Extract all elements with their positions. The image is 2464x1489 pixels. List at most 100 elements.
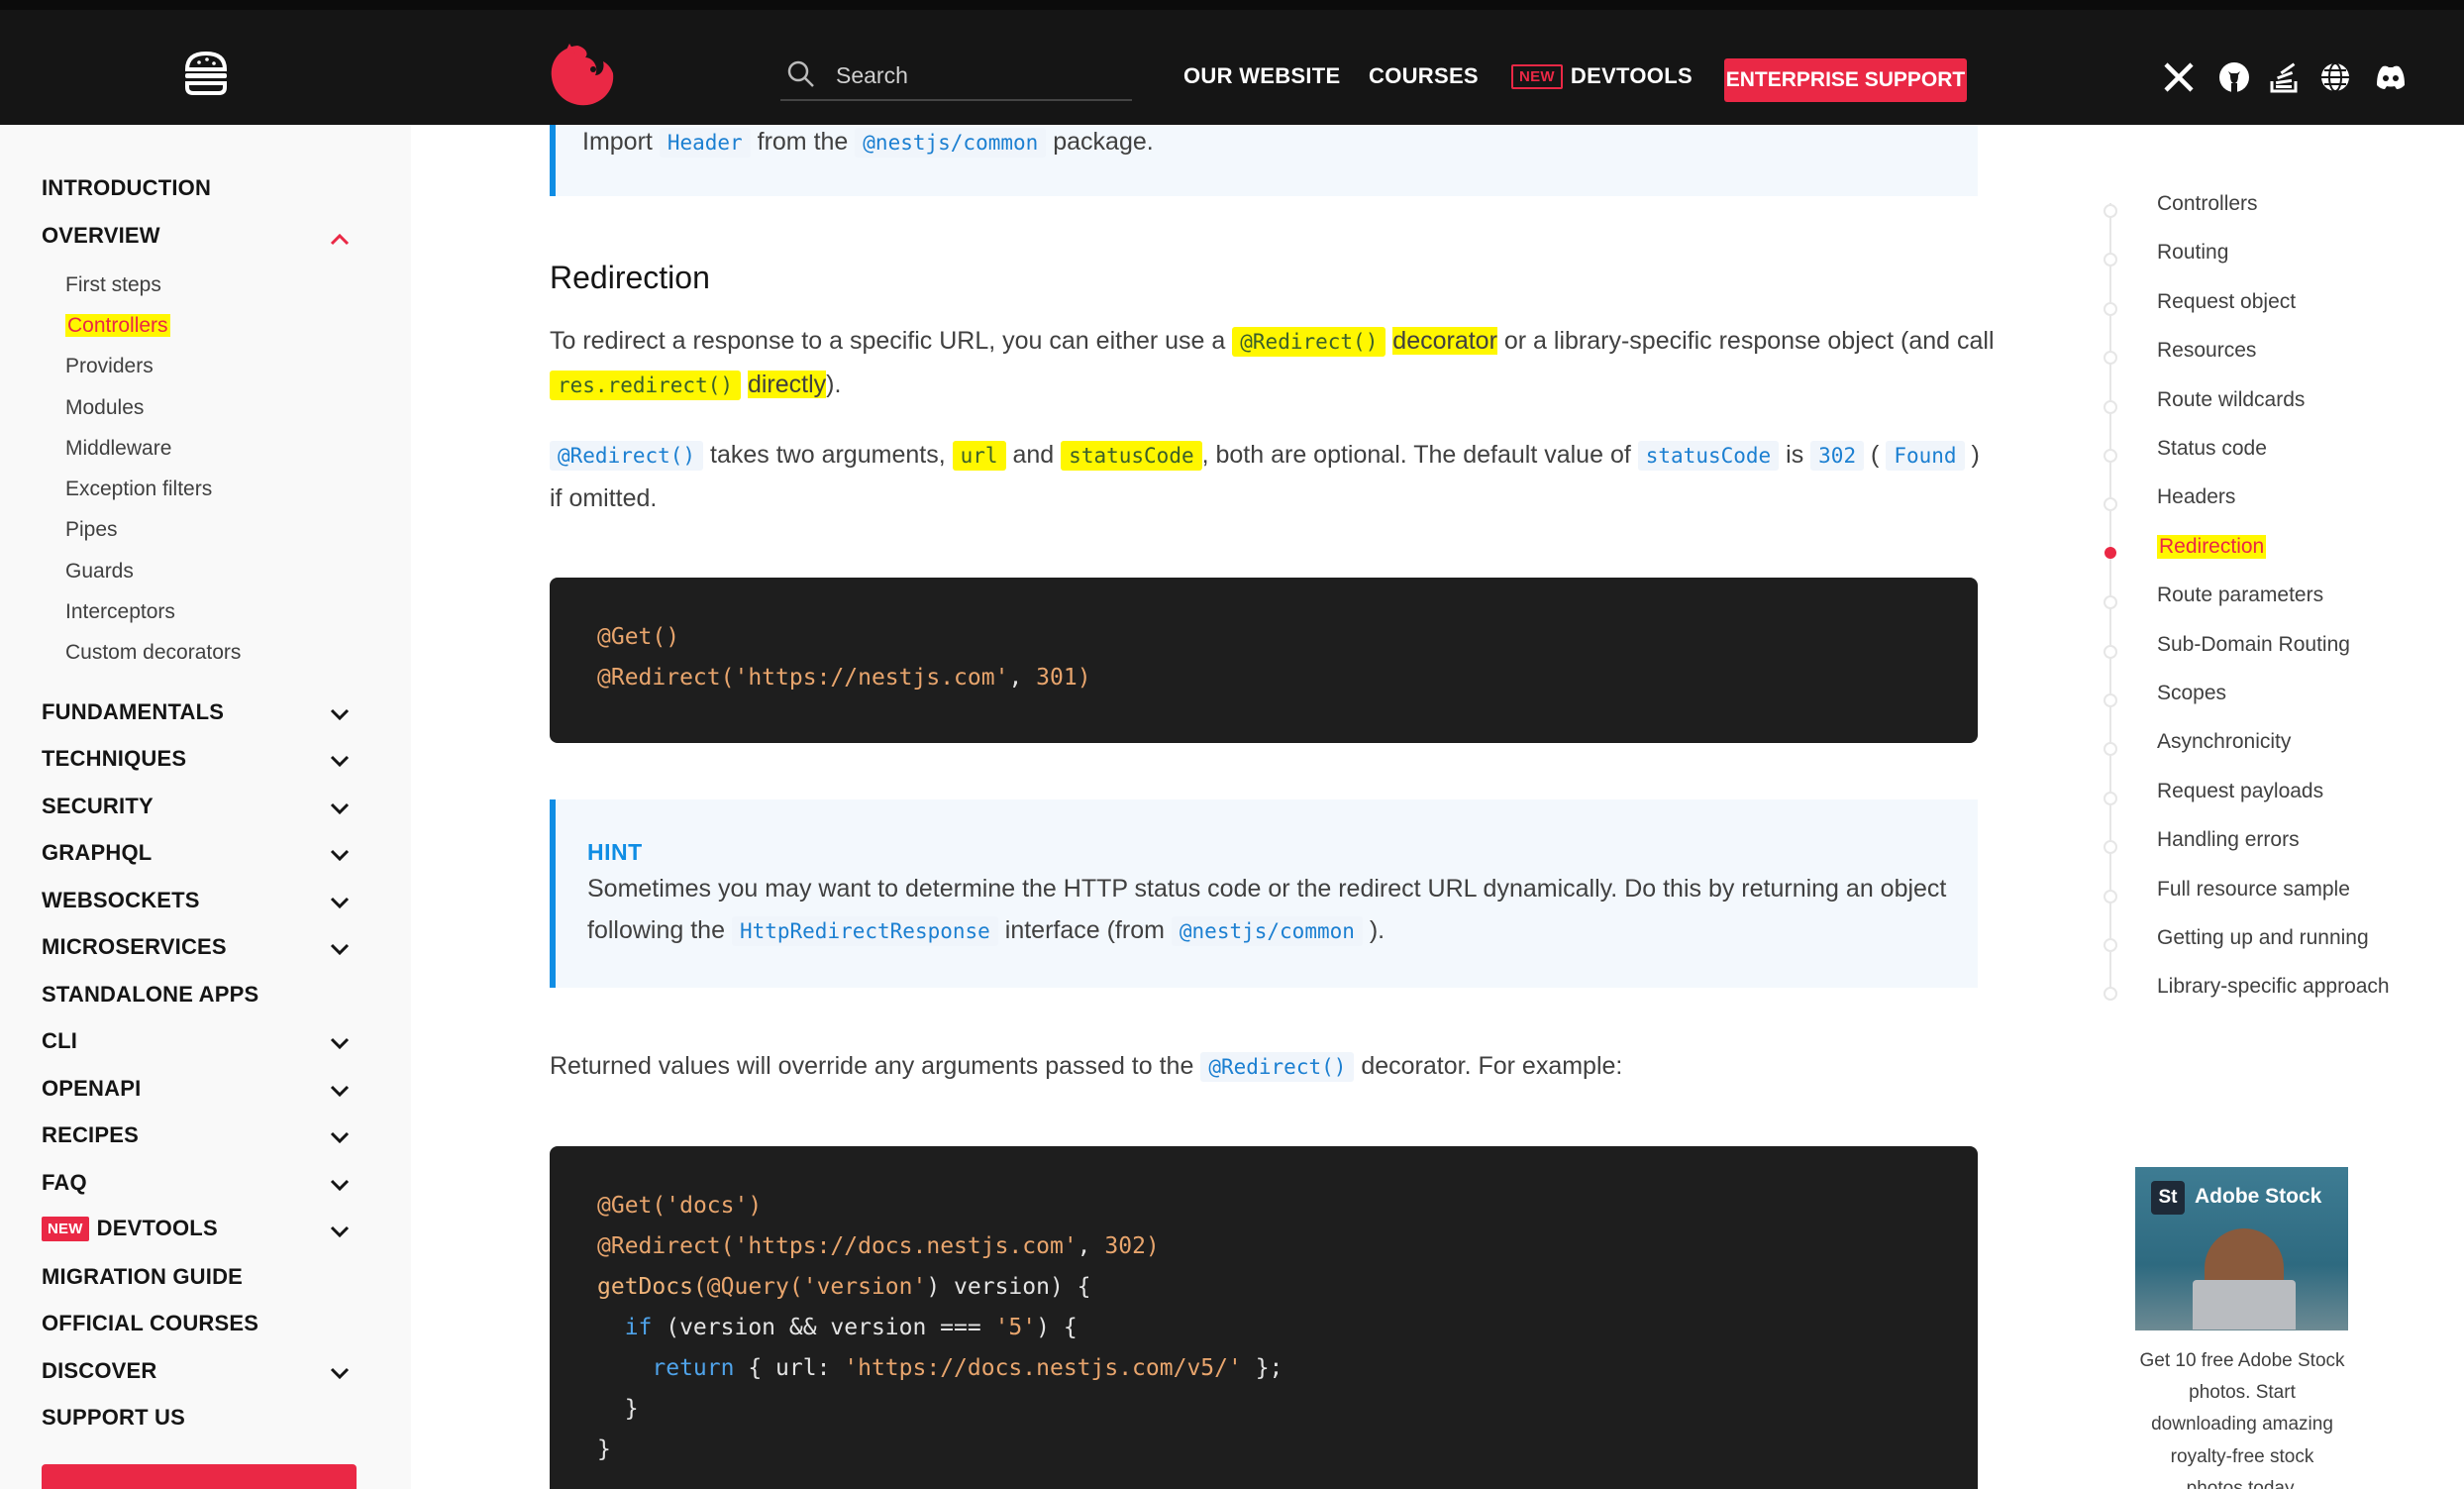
sidebar-item-overview[interactable]: OVERVIEW (42, 223, 160, 249)
toc-item[interactable]: Route parameters (2157, 584, 2323, 607)
toc-item[interactable]: Redirection (2157, 534, 2267, 559)
github-icon[interactable] (2216, 59, 2252, 95)
sidebar-sub-pipes[interactable]: Pipes (65, 518, 118, 542)
enterprise-support-button[interactable]: ENTERPRISE SUPPORT (1724, 58, 1967, 102)
sidebar-item-devtools-label: DEVTOOLS (96, 1216, 218, 1240)
toc-item[interactable]: Route wildcards (2157, 388, 2305, 412)
sidebar-item-discover[interactable]: DISCOVER (42, 1358, 157, 1384)
toc-item[interactable]: Routing (2157, 241, 2228, 265)
chevron-down-icon[interactable] (329, 1036, 351, 1050)
ad-text-line[interactable]: photos. Start (2119, 1377, 2365, 1409)
chevron-down-icon[interactable] (329, 942, 351, 956)
text: To redirect a response to a specific URL… (550, 327, 1226, 355)
chevron-down-icon[interactable] (329, 896, 351, 909)
code-token: @Query( (706, 1274, 803, 1300)
x-icon[interactable] (2161, 59, 2197, 95)
text: interface (from (1004, 916, 1165, 944)
toc-item[interactable]: Controllers (2157, 192, 2258, 216)
chevron-down-icon[interactable] (329, 707, 351, 721)
sidebar-sub-interceptors[interactable]: Interceptors (65, 600, 175, 624)
discord-icon[interactable] (2373, 59, 2409, 95)
sidebar-item-support-us[interactable]: SUPPORT US (42, 1405, 185, 1431)
ad-text-line[interactable]: downloading amazing (2119, 1409, 2365, 1440)
inline-code: Header (659, 128, 751, 158)
chevron-down-icon[interactable] (329, 1224, 351, 1238)
sidebar-item-standalone-apps[interactable]: STANDALONE APPS (42, 982, 258, 1008)
support-button[interactable] (42, 1464, 357, 1489)
sidebar-sub-first-steps[interactable]: First steps (65, 273, 161, 297)
toc-item[interactable]: Asynchronicity (2157, 730, 2291, 754)
toc-dot (2104, 497, 2117, 512)
code-token: ) { (1036, 1315, 1078, 1340)
code-block-1: @Get() @Redirect('https://nestjs.com', 3… (550, 578, 1978, 743)
toc-item[interactable]: Scopes (2157, 682, 2226, 705)
sidebar-item-migration-guide[interactable]: MIGRATION GUIDE (42, 1264, 243, 1290)
ad-text-line[interactable]: Get 10 free Adobe Stock (2119, 1345, 2365, 1377)
search-box[interactable] (780, 55, 1132, 101)
sidebar-sub-middleware[interactable]: Middleware (65, 437, 171, 461)
chevron-down-icon[interactable] (329, 1366, 351, 1380)
code-block-2: @Get('docs') @Redirect('https://docs.nes… (550, 1146, 1978, 1489)
toc-item[interactable]: Resources (2157, 339, 2256, 363)
sidebar-sub-modules[interactable]: Modules (65, 396, 144, 420)
ad-image[interactable]: St Adobe Stock (2135, 1167, 2348, 1330)
text: , both are optional. The default value o… (1201, 441, 1631, 469)
code-token: } (597, 1436, 611, 1462)
toc-dot (2104, 449, 2117, 463)
sidebar-sub-controllers[interactable]: Controllers (65, 314, 170, 338)
toc-item[interactable]: Request object (2157, 290, 2296, 314)
chevron-down-icon[interactable] (329, 848, 351, 862)
toc-item[interactable]: Full resource sample (2157, 878, 2350, 902)
sidebar-item-openapi[interactable]: OPENAPI (42, 1076, 141, 1102)
sidebar-item-microservices[interactable]: MICROSERVICES (42, 934, 227, 960)
nav-devtools[interactable]: NEW DEVTOOLS (1511, 63, 1693, 89)
ad-text-line[interactable]: photos today. (2119, 1473, 2365, 1489)
nestjs-logo-icon[interactable] (548, 40, 619, 111)
sidebar-item-devtools[interactable]: NEW DEVTOOLS (42, 1216, 218, 1241)
sidebar-sub-guards[interactable]: Guards (65, 560, 134, 584)
sidebar-item-recipes[interactable]: RECIPES (42, 1122, 139, 1148)
chevron-down-icon[interactable] (329, 1084, 351, 1098)
toc-item[interactable]: Getting up and running (2157, 926, 2369, 950)
text: or a library-specific response object (a… (1503, 327, 1995, 355)
nav-courses[interactable]: COURSES (1369, 63, 1479, 89)
code-token: , (1077, 1233, 1105, 1259)
sidebar-item-security[interactable]: SECURITY (42, 794, 154, 819)
chevron-down-icon[interactable] (329, 754, 351, 768)
sidebar-item-techniques[interactable]: TECHNIQUES (42, 746, 186, 772)
chevron-down-icon[interactable] (329, 801, 351, 815)
globe-icon[interactable] (2317, 59, 2353, 95)
toc-dot (2104, 351, 2117, 366)
ad-text-line[interactable]: royalty-free stock (2119, 1441, 2365, 1473)
sidebar-item-faq[interactable]: FAQ (42, 1170, 87, 1196)
sidebar-item-official-courses[interactable]: OFFICIAL COURSES (42, 1311, 258, 1336)
chevron-down-icon[interactable] (329, 1130, 351, 1144)
sidebar-item-introduction[interactable]: INTRODUCTION (42, 175, 211, 201)
stackoverflow-icon[interactable] (2266, 59, 2302, 95)
nav-our-website[interactable]: OUR WEBSITE (1183, 63, 1341, 89)
sidebar-item-fundamentals[interactable]: FUNDAMENTALS (42, 699, 224, 725)
text: is (1786, 441, 1804, 469)
sidebar-sub-custom-decorators[interactable]: Custom decorators (65, 641, 241, 665)
chevron-down-icon[interactable] (329, 1178, 351, 1192)
chevron-up-icon[interactable] (329, 232, 351, 246)
toc-dot (2104, 693, 2117, 707)
toc-item[interactable]: Headers (2157, 485, 2235, 509)
sidebar-sub-providers[interactable]: Providers (65, 355, 154, 378)
sidebar-item-websockets[interactable]: WEBSOCKETS (42, 888, 200, 913)
text: following the (587, 916, 725, 944)
burger-menu-icon[interactable] (181, 50, 231, 97)
inline-code: @nestjs/common (855, 128, 1047, 158)
sidebar-item-cli[interactable]: CLI (42, 1028, 77, 1054)
toc-item[interactable]: Library-specific approach (2157, 975, 2390, 999)
toc-dot (2104, 301, 2117, 316)
toc-item[interactable]: Status code (2157, 437, 2267, 461)
sidebar-item-graphql[interactable]: GRAPHQL (42, 840, 152, 866)
code-token: } (597, 1396, 639, 1422)
search-input[interactable] (836, 59, 1123, 91)
toc-item[interactable]: Handling errors (2157, 828, 2300, 852)
toc-item[interactable]: Request payloads (2157, 780, 2323, 803)
toc-item[interactable]: Sub-Domain Routing (2157, 633, 2350, 657)
sidebar-sub-exception-filters[interactable]: Exception filters (65, 478, 212, 501)
ad-laptop-photo (2193, 1280, 2296, 1329)
